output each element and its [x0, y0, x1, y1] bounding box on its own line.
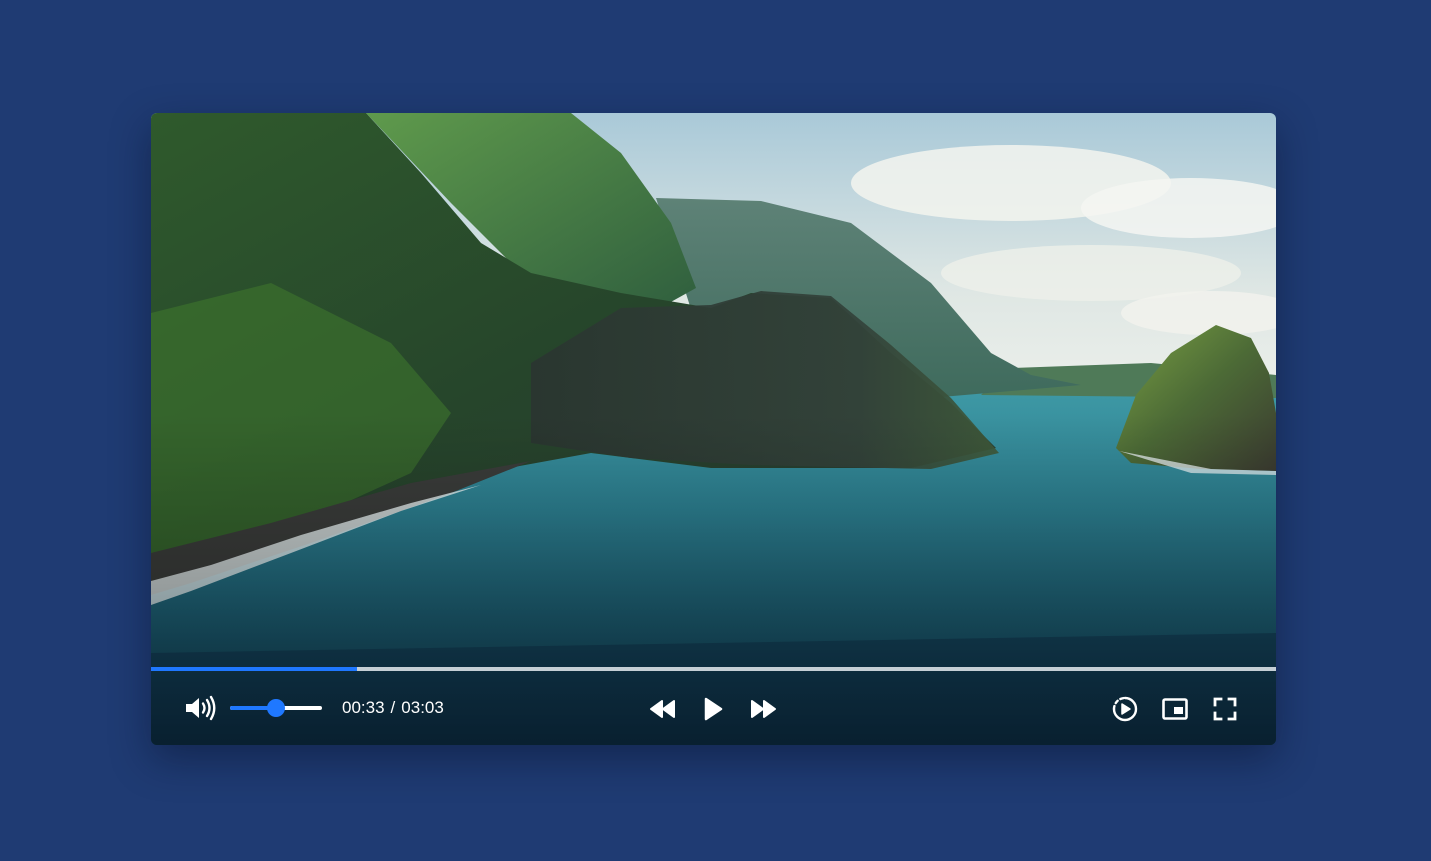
video-player[interactable]: 00:33 / 03:03	[151, 113, 1276, 745]
fast-forward-icon	[751, 700, 776, 718]
volume-thumb[interactable]	[267, 699, 285, 717]
volume-slider[interactable]	[230, 696, 322, 720]
volume-high-icon	[186, 695, 216, 721]
time-display: 00:33 / 03:03	[342, 698, 444, 718]
time-separator: /	[390, 698, 396, 717]
video-frame[interactable]	[151, 113, 1276, 745]
control-bar: 00:33 / 03:03	[151, 671, 1276, 745]
playback-speed-button[interactable]	[1109, 693, 1141, 725]
playback-speed-icon	[1112, 696, 1138, 722]
current-time: 00:33	[342, 698, 385, 717]
duration: 03:03	[401, 698, 444, 717]
volume-button[interactable]	[182, 693, 218, 723]
picture-in-picture-button[interactable]	[1159, 693, 1191, 725]
play-icon	[704, 697, 723, 721]
play-button[interactable]	[699, 693, 727, 725]
fullscreen-icon	[1213, 697, 1237, 721]
picture-in-picture-icon	[1162, 698, 1188, 720]
rewind-button[interactable]	[647, 695, 679, 723]
rewind-icon	[650, 700, 675, 718]
fullscreen-button[interactable]	[1209, 693, 1241, 725]
fast-forward-button[interactable]	[747, 695, 779, 723]
